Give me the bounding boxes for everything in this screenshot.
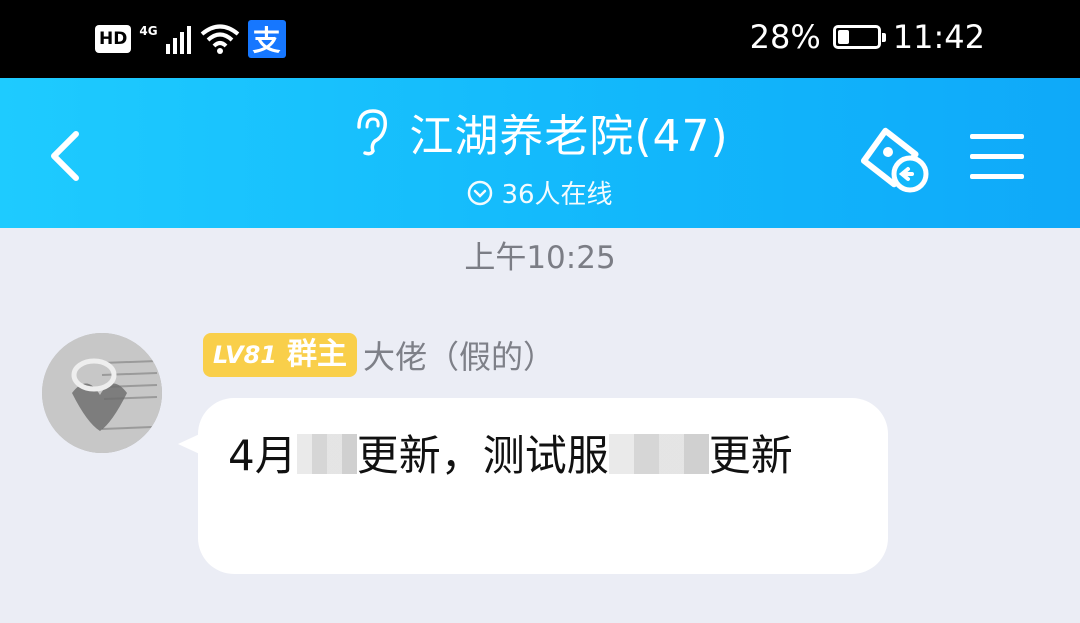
status-left: HD 4G 支 (95, 20, 286, 58)
member-level-badge[interactable]: LV81 群主 (203, 333, 357, 377)
signal-icon (165, 26, 191, 54)
group-tag-button[interactable] (858, 122, 934, 198)
wifi-icon (200, 24, 239, 54)
battery-percent: 28% (749, 18, 821, 56)
status-bar: HD 4G 支 28% 11:42 (0, 0, 1080, 78)
sender-name[interactable]: 大佬（假的） (363, 332, 555, 378)
ring-photo-icon (42, 333, 162, 453)
battery-fill (837, 30, 849, 44)
redaction-mosaic (608, 434, 709, 474)
tag-icon (860, 127, 929, 193)
message-text-part: 更新 (708, 431, 793, 480)
role-label: 群主 (286, 337, 347, 372)
alipay-icon: 支 (247, 20, 286, 58)
online-count[interactable]: 36人在线 (467, 174, 613, 211)
online-label: 36人在线 (501, 180, 613, 210)
message-text-part: 4月 (228, 431, 297, 480)
level-label: LV81 (213, 341, 277, 369)
avatar[interactable] (42, 333, 162, 453)
menu-icon (970, 134, 1024, 179)
ear-icon (357, 109, 388, 156)
hd-badge: HD (95, 25, 132, 53)
chevron-circle-icon (468, 180, 493, 205)
sender-info: LV81 群主 大佬（假的） (203, 332, 555, 378)
title-line: 江湖养老院(47) (351, 100, 728, 164)
status-right: 28% 11:42 (750, 18, 985, 56)
network-type: 4G (139, 24, 158, 38)
message-bubble[interactable]: 4月 更新，测试服 更新 (198, 398, 888, 574)
message-timestamp: 上午10:25 (464, 240, 616, 276)
redaction-mosaic (296, 434, 357, 474)
message-text: 4月 更新，测试服 更新 (228, 428, 858, 484)
battery-icon (832, 25, 886, 49)
clock: 11:42 (892, 18, 985, 56)
chat-header: 江湖养老院(47) 36人在线 (0, 78, 1080, 228)
menu-button[interactable] (968, 128, 1026, 186)
group-title: 江湖养老院(47) (409, 111, 729, 162)
message-text-part: 更新，测试服 (356, 431, 609, 480)
